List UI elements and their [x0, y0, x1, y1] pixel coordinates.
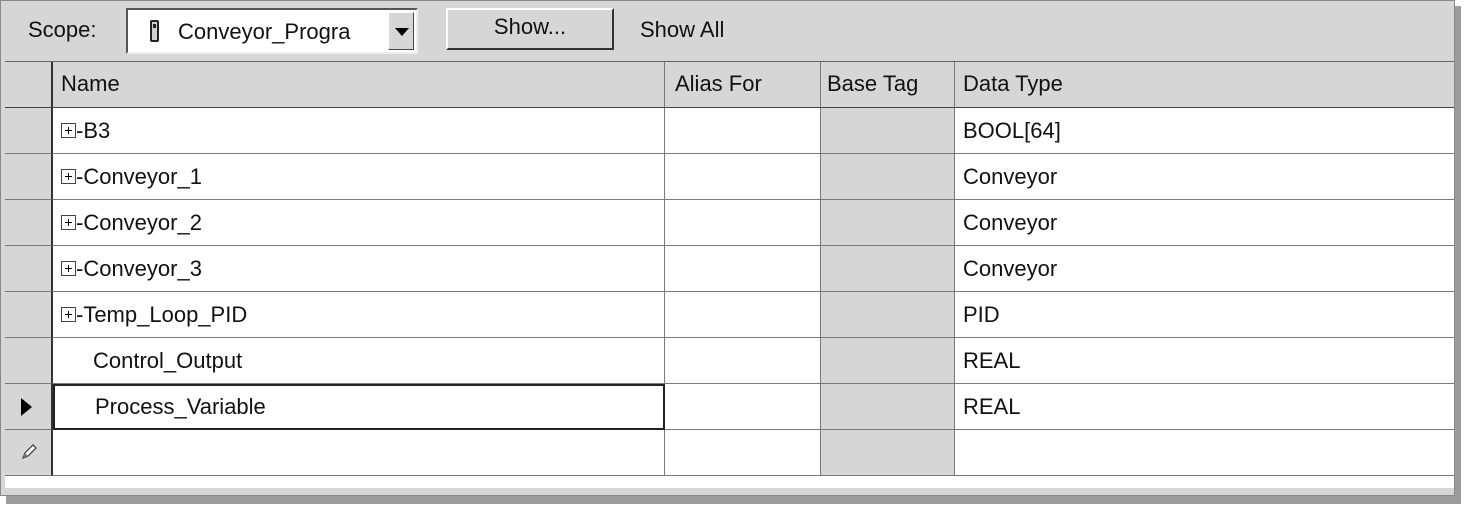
row-selector[interactable] [5, 338, 53, 384]
table-row[interactable]: Control_Output REAL [5, 338, 1454, 384]
table-row-current[interactable]: Process_Variable REAL [5, 384, 1454, 430]
data-type-cell[interactable]: REAL [955, 384, 1454, 430]
data-type-cell[interactable]: Conveyor [955, 200, 1454, 246]
tag-name-cell[interactable]: -B3 [53, 108, 665, 154]
table-row[interactable]: -B3 BOOL[64] [5, 108, 1454, 154]
row-selector[interactable] [5, 430, 53, 476]
tag-name-cell-active[interactable]: Process_Variable [53, 384, 665, 430]
tag-name: -Conveyor_2 [76, 210, 202, 235]
base-tag-cell [821, 200, 955, 246]
alias-for-cell[interactable] [665, 108, 821, 154]
scope-value: Conveyor_Progra [178, 19, 351, 44]
base-tag-cell [821, 430, 955, 476]
alias-for-cell[interactable] [665, 430, 821, 476]
base-tag-cell [821, 338, 955, 384]
base-tag-cell [821, 292, 955, 338]
plus-box-icon[interactable] [61, 306, 76, 322]
new-tag-row[interactable] [5, 430, 1454, 476]
plus-box-icon[interactable] [61, 260, 76, 276]
data-type-cell[interactable]: Conveyor [955, 154, 1454, 200]
table-row[interactable]: -Conveyor_3 Conveyor [5, 246, 1454, 292]
tag-name: -Conveyor_1 [76, 164, 202, 189]
row-selector[interactable] [5, 108, 53, 154]
data-type-cell[interactable]: BOOL[64] [955, 108, 1454, 154]
show-button[interactable]: Show... [446, 8, 614, 50]
tag-name-cell[interactable]: -Temp_Loop_PID [53, 292, 665, 338]
column-header-base-tag[interactable]: Base Tag [821, 62, 955, 108]
table-row[interactable]: -Conveyor_1 Conveyor [5, 154, 1454, 200]
scope-label: Scope: [28, 17, 97, 42]
tag-name-cell[interactable]: -Conveyor_3 [53, 246, 665, 292]
table-row[interactable]: -Conveyor_2 Conveyor [5, 200, 1454, 246]
alias-for-cell[interactable] [665, 154, 821, 200]
tag-name: -Temp_Loop_PID [76, 302, 248, 327]
show-filter-text: Show All [640, 17, 725, 42]
tag-editor-window: Scope: Conveyor_Progra Show... Show All … [0, 0, 1455, 496]
data-type-cell[interactable]: Conveyor [955, 246, 1454, 292]
plus-box-icon[interactable] [61, 168, 76, 184]
table-row[interactable]: -Temp_Loop_PID PID [5, 292, 1454, 338]
window-shadow [6, 496, 1458, 504]
base-tag-cell [821, 154, 955, 200]
base-tag-cell [821, 384, 955, 430]
tag-name-cell[interactable]: -Conveyor_2 [53, 200, 665, 246]
alias-for-cell[interactable] [665, 338, 821, 384]
tag-name-cell[interactable]: -Conveyor_1 [53, 154, 665, 200]
row-selector[interactable] [5, 154, 53, 200]
scope-dropdown[interactable]: Conveyor_Progra [126, 8, 418, 54]
row-selector[interactable] [5, 246, 53, 292]
column-header-name[interactable]: Name [53, 62, 665, 108]
dropdown-button[interactable] [388, 12, 414, 50]
column-header-data-type[interactable]: Data Type [955, 62, 1454, 108]
data-type-cell[interactable]: PID [955, 292, 1454, 338]
pencil-icon [21, 444, 37, 460]
base-tag-cell [821, 108, 955, 154]
window-shadow [1455, 6, 1461, 504]
alias-for-cell[interactable] [665, 384, 821, 430]
header-row: Name Alias For Base Tag Data Type [5, 62, 1454, 108]
tag-name-cell[interactable] [53, 430, 665, 476]
row-pointer-icon [21, 398, 32, 416]
plus-box-icon[interactable] [61, 122, 76, 138]
tag-name-cell[interactable]: Control_Output [53, 338, 665, 384]
header-selector[interactable] [5, 62, 53, 108]
chevron-down-icon [395, 28, 409, 36]
plus-box-icon[interactable] [61, 214, 76, 230]
tag-name: -B3 [76, 118, 111, 143]
tag-name: -Conveyor_3 [76, 256, 202, 281]
row-selector[interactable] [5, 384, 53, 430]
tag-grid: Name Alias For Base Tag Data Type -B3 BO… [5, 61, 1454, 488]
base-tag-cell [821, 246, 955, 292]
alias-for-cell[interactable] [665, 246, 821, 292]
row-selector[interactable] [5, 292, 53, 338]
row-selector[interactable] [5, 200, 53, 246]
program-icon [150, 20, 159, 42]
alias-for-cell[interactable] [665, 200, 821, 246]
alias-for-cell[interactable] [665, 292, 821, 338]
toolbar: Scope: Conveyor_Progra Show... Show All [1, 1, 1454, 61]
column-header-alias-for[interactable]: Alias For [665, 62, 821, 108]
data-type-cell[interactable] [955, 430, 1454, 476]
data-type-cell[interactable]: REAL [955, 338, 1454, 384]
